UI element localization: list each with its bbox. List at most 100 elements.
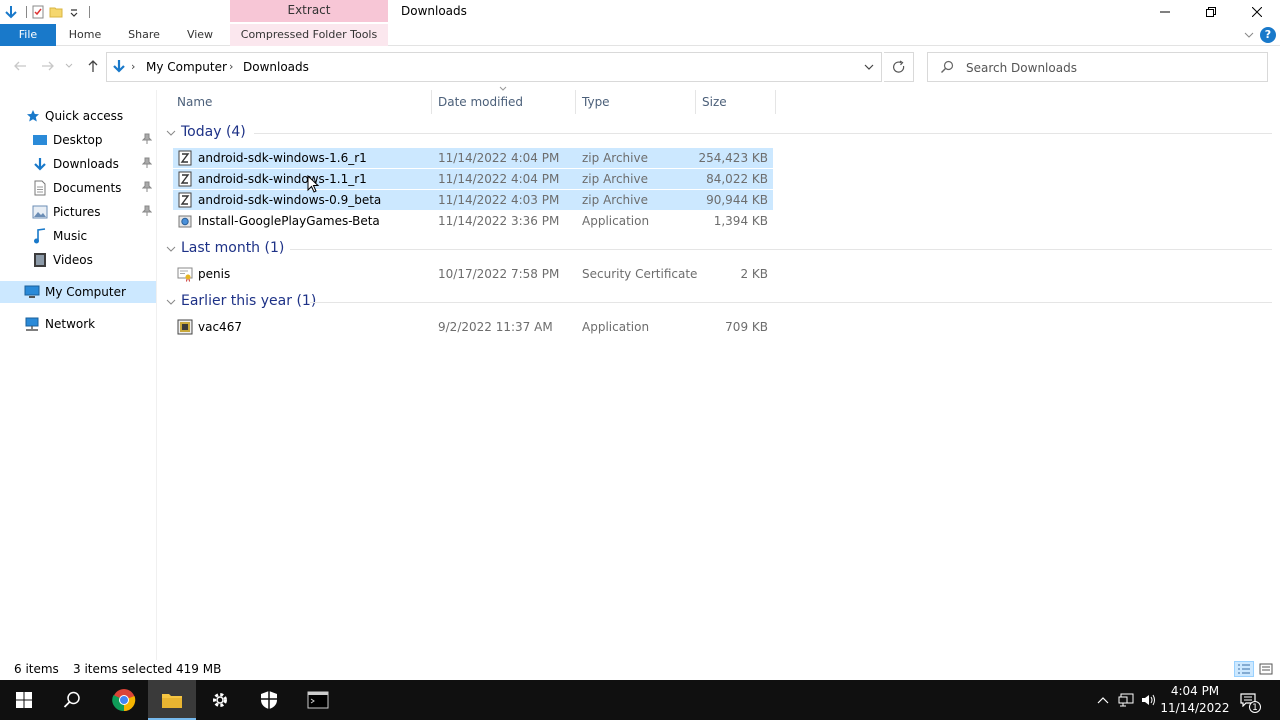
chevron-down-icon[interactable] [166,297,176,307]
file-row[interactable]: vac467 9/2/2022 11:37 AM Application 709… [173,317,773,337]
file-type: zip Archive [582,151,648,165]
network-status-icon[interactable] [1118,692,1134,708]
file-date: 11/14/2022 4:04 PM [438,172,560,186]
nav-item-desktop[interactable]: Desktop [0,129,156,151]
details-view-button[interactable] [1234,661,1254,677]
search-box[interactable] [927,52,1268,82]
volume-icon[interactable] [1141,692,1157,708]
network-icon [24,316,40,332]
nav-item-downloads[interactable]: Downloads [0,153,156,175]
tab-file[interactable]: File [0,24,56,46]
address-row: › My Computer › Downloads [0,51,1280,83]
nav-item-label: Music [53,229,88,243]
pictures-icon [32,204,48,220]
file-type: Security Certificate [582,267,698,281]
close-icon [1252,7,1262,17]
file-row[interactable]: android-sdk-windows-1.1_r1 11/14/2022 4:… [173,169,773,189]
taskbar-file-explorer[interactable] [148,680,196,720]
file-size: 709 KB [725,320,768,334]
computer-icon [24,284,40,300]
forward-arrow-icon[interactable] [40,58,56,74]
group-header-today[interactable]: Today (4) [164,122,1272,144]
taskbar-terminal[interactable] [294,680,342,720]
status-bar: 6 items 3 items selected 419 MB [0,660,1280,680]
pin-icon[interactable] [141,205,154,219]
show-hidden-icons-icon[interactable] [1095,692,1111,708]
file-row[interactable]: penis 10/17/2022 7:58 PM Security Certif… [173,264,773,284]
file-date: 9/2/2022 11:37 AM [438,320,553,334]
nav-item-pictures[interactable]: Pictures [0,201,156,223]
file-type: zip Archive [582,172,648,186]
close-button[interactable] [1234,0,1280,24]
pin-icon[interactable] [141,181,154,195]
nav-quick-access[interactable]: Quick access [0,105,156,127]
minimize-button[interactable] [1142,0,1188,24]
nav-item-label: Documents [53,181,122,195]
taskbar-chrome[interactable] [100,680,148,720]
up-arrow-icon[interactable] [85,58,101,74]
refresh-button[interactable] [884,52,914,82]
file-row[interactable]: android-sdk-windows-1.6_r1 11/14/2022 4:… [173,148,773,168]
nav-item-videos[interactable]: Videos [0,249,156,271]
restore-button[interactable] [1188,0,1234,24]
group-divider-line [290,249,1272,250]
large-icons-view-button[interactable] [1256,661,1276,677]
nav-item-documents[interactable]: Documents [0,177,156,199]
navigation-pane: Quick access Desktop Downloads Documents… [0,90,156,660]
nav-network-label: Network [45,317,96,331]
column-divider[interactable] [575,90,576,114]
new-folder-icon[interactable] [49,5,63,19]
properties-icon[interactable] [31,5,45,19]
pin-icon[interactable] [141,157,154,171]
expand-ribbon-icon[interactable] [1244,29,1254,39]
nav-this-pc[interactable]: My Computer [0,281,156,303]
music-icon [32,228,48,244]
back-arrow-icon[interactable] [12,58,28,74]
group-header-last-month[interactable]: Last month (1) [164,238,1272,260]
group-label: Earlier this year (1) [181,293,317,309]
group-header-earlier-this-year[interactable]: Earlier this year (1) [164,291,1272,313]
column-divider[interactable] [695,90,696,114]
start-button[interactable] [0,680,48,720]
pin-icon[interactable] [141,133,154,147]
column-header-size[interactable]: Size [702,90,772,114]
chevron-down-icon[interactable] [166,128,176,138]
chevron-down-icon[interactable] [166,244,176,254]
nav-item-label: Videos [53,253,93,267]
breadcrumb-separator[interactable]: › [131,60,135,73]
nav-network[interactable]: Network [0,313,156,335]
nav-item-music[interactable]: Music [0,225,156,247]
file-row[interactable]: Install-GooglePlayGames-Beta 11/14/2022 … [173,211,773,231]
window-title: Downloads [401,4,467,18]
file-row[interactable]: android-sdk-windows-0.9_beta 11/14/2022 … [173,190,773,210]
minimize-icon [1160,11,1170,13]
taskbar-clock[interactable]: 4:04 PM 11/14/2022 [1160,683,1230,717]
breadcrumb-separator[interactable]: › [229,60,233,73]
breadcrumb-my-computer[interactable]: My Computer [146,60,227,74]
item-count: 6 items [14,662,59,676]
column-header-date-modified[interactable]: Date modified [438,90,568,114]
search-input[interactable] [966,59,1256,77]
down-arrow-icon[interactable] [4,5,18,19]
breadcrumb-downloads[interactable]: Downloads [243,60,309,74]
taskbar-settings[interactable] [196,680,244,720]
taskbar-security[interactable] [245,680,293,720]
toolbar-divider [89,6,90,18]
column-header-type[interactable]: Type [582,90,692,114]
customize-dropdown-icon[interactable] [67,5,81,19]
tab-share[interactable]: Share [122,24,166,46]
recent-locations-icon[interactable] [64,58,74,74]
taskbar-search-button[interactable] [48,680,96,720]
column-divider[interactable] [775,90,776,114]
help-icon[interactable]: ? [1260,27,1276,43]
tab-view[interactable]: View [180,24,220,46]
tab-compressed-folder-tools[interactable]: Compressed Folder Tools [230,24,388,46]
certificate-icon [177,267,193,282]
chevron-down-icon[interactable] [863,61,875,73]
address-bar[interactable]: › My Computer › Downloads [106,52,882,82]
column-divider[interactable] [431,90,432,114]
column-header-name[interactable]: Name [177,90,427,114]
details-view-icon [1238,664,1250,674]
installer-icon [178,215,192,228]
tab-home[interactable]: Home [62,24,108,46]
